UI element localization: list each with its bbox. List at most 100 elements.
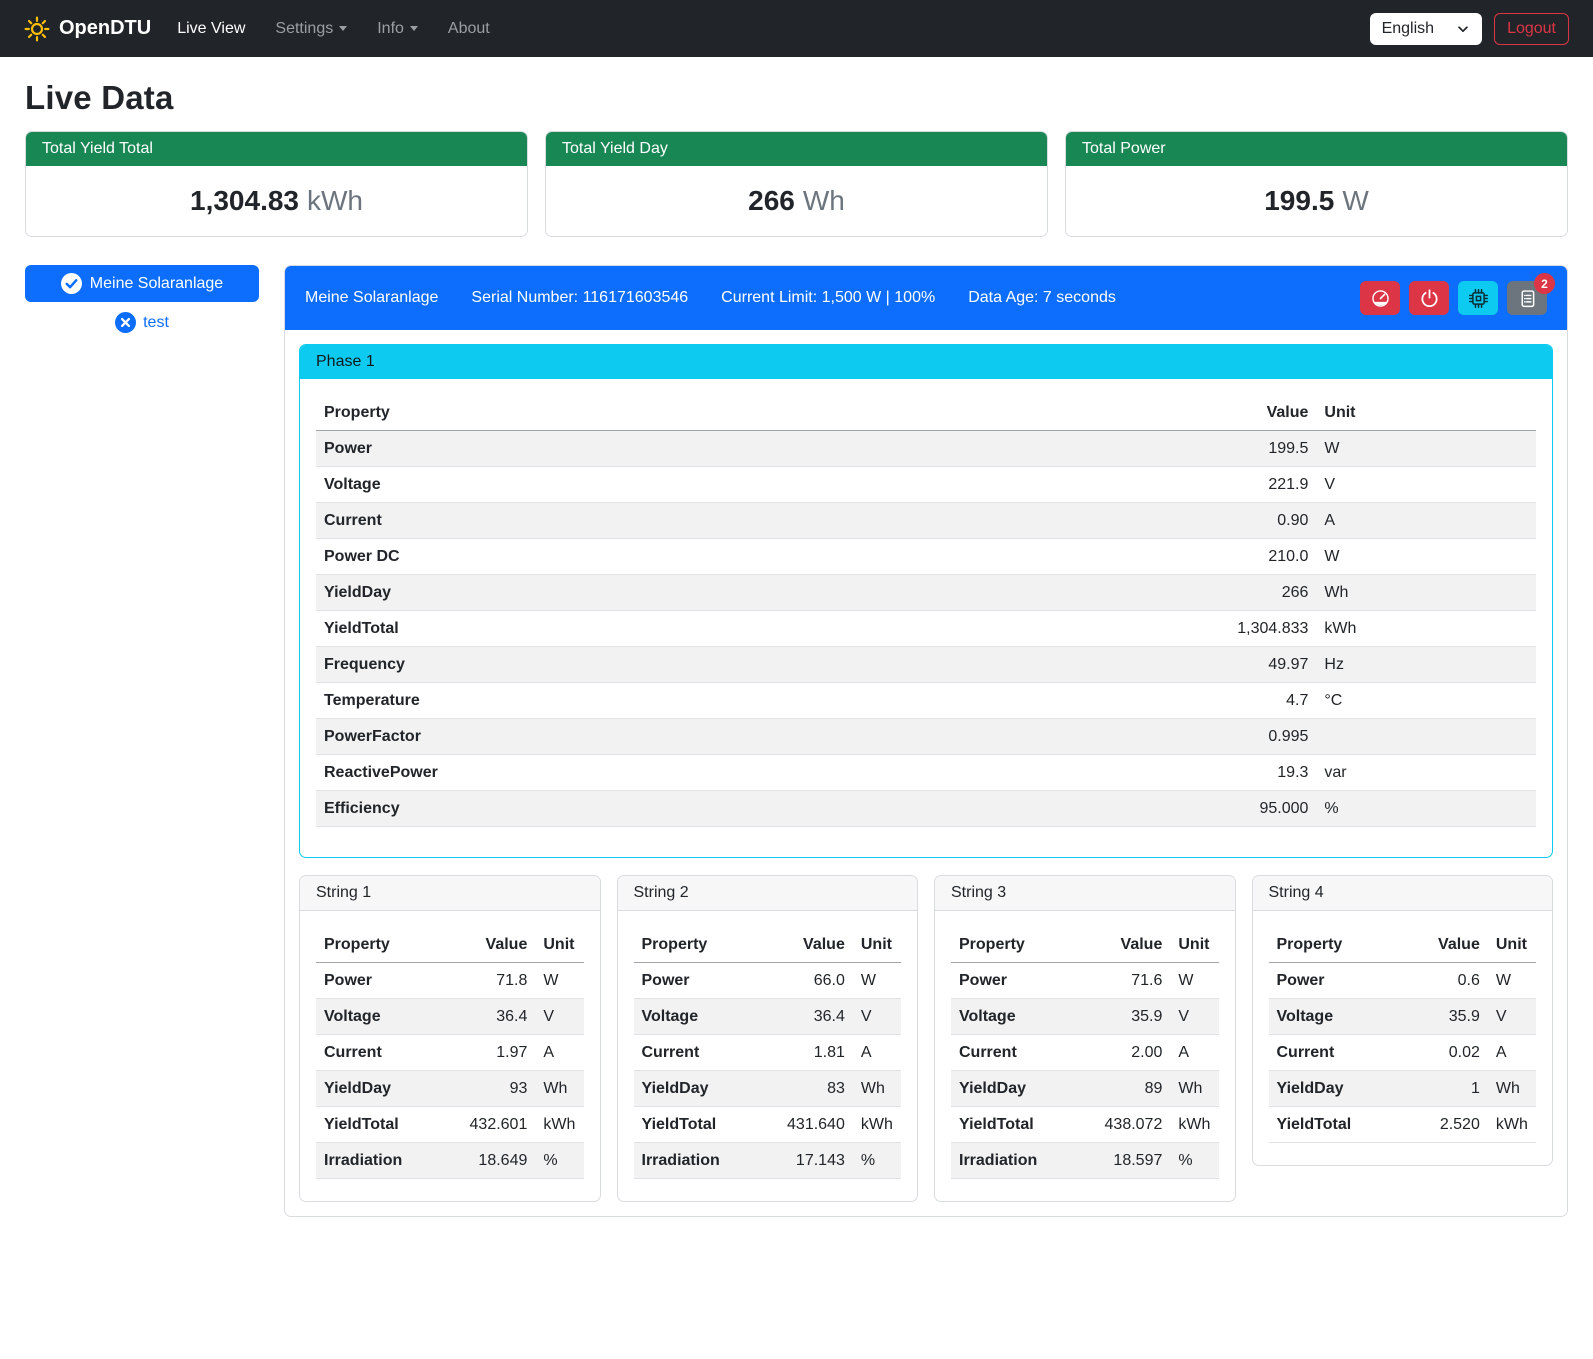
nav-item-live-view[interactable]: Live View	[177, 20, 245, 38]
table-row: Voltage36.4V	[634, 999, 902, 1035]
value-cell: 431.640	[756, 1107, 852, 1143]
table-row: Power0.6W	[1269, 963, 1537, 999]
language-selected-label: English	[1382, 20, 1434, 38]
inverter-link-label: test	[143, 314, 169, 332]
device-info-button[interactable]	[1458, 281, 1498, 315]
unit-cell: A	[1170, 1035, 1218, 1071]
limit-settings-button[interactable]	[1360, 281, 1400, 315]
unit-cell: A	[535, 1035, 583, 1071]
unit-cell: W	[853, 963, 901, 999]
power-button[interactable]	[1409, 281, 1449, 315]
chevron-down-icon	[1456, 22, 1470, 36]
inverter-meta: Meine Solaranlage Serial Number: 1161716…	[305, 289, 1116, 307]
table-row: YieldTotal1,304.833kWh	[316, 611, 1536, 647]
total-power-value: 199.5	[1264, 185, 1334, 216]
unit-cell: A	[1316, 503, 1536, 539]
power-icon	[1419, 288, 1440, 309]
value-cell: 18.597	[1074, 1143, 1170, 1179]
total-yield-day-unit: Wh	[803, 185, 845, 216]
table-row: YieldDay1Wh	[1269, 1071, 1537, 1107]
event-log-button[interactable]: 2	[1507, 281, 1547, 315]
speedometer-icon	[1370, 288, 1391, 309]
property-cell: Frequency	[316, 647, 915, 683]
cpu-icon	[1468, 288, 1489, 309]
total-yield-total-value: 1,304.83	[190, 185, 299, 216]
property-cell: Power	[951, 963, 1074, 999]
phase-1-table: PropertyValueUnit Power199.5WVoltage221.…	[316, 395, 1536, 827]
unit-cell: %	[853, 1143, 901, 1179]
caret-down-icon	[410, 26, 418, 31]
nav-item-settings[interactable]: Settings	[275, 20, 347, 38]
column-header: Property	[1269, 927, 1403, 963]
property-cell: YieldDay	[951, 1071, 1074, 1107]
unit-cell: V	[1170, 999, 1218, 1035]
unit-cell: °C	[1316, 683, 1536, 719]
unit-cell: Wh	[1488, 1071, 1536, 1107]
table-row: Efficiency95.000%	[316, 791, 1536, 827]
column-header: Value	[1074, 927, 1170, 963]
language-select[interactable]: English	[1370, 13, 1482, 45]
logout-button[interactable]: Logout	[1494, 13, 1569, 45]
unit-cell: %	[1316, 791, 1536, 827]
card-title: Total Power	[1066, 132, 1567, 166]
table-row: Power199.5W	[316, 431, 1536, 467]
property-cell: YieldTotal	[1269, 1107, 1403, 1143]
unit-cell: W	[1170, 963, 1218, 999]
table-row: Voltage221.9V	[316, 467, 1536, 503]
unit-cell: Wh	[1316, 575, 1536, 611]
property-cell: Efficiency	[316, 791, 915, 827]
page-title: Live Data	[25, 79, 1568, 117]
property-cell: YieldTotal	[316, 1107, 439, 1143]
table-header-row: PropertyValueUnit	[634, 927, 902, 963]
nav-item-info[interactable]: Info	[377, 20, 418, 38]
unit-cell: W	[1316, 539, 1536, 575]
property-cell: YieldTotal	[951, 1107, 1074, 1143]
value-cell: 71.8	[439, 963, 535, 999]
column-header: Unit	[1488, 927, 1536, 963]
table-row: YieldTotal2.520kWh	[1269, 1107, 1537, 1143]
total-yield-day-value: 266	[748, 185, 795, 216]
property-cell: Power	[316, 963, 439, 999]
property-cell: Current	[634, 1035, 757, 1071]
unit-cell: V	[853, 999, 901, 1035]
unit-cell: var	[1316, 755, 1536, 791]
property-cell: Voltage	[1269, 999, 1403, 1035]
unit-cell: kWh	[853, 1107, 901, 1143]
property-cell: Voltage	[951, 999, 1074, 1035]
value-cell: 438.072	[1074, 1107, 1170, 1143]
inverter-link-test[interactable]: test	[25, 312, 259, 333]
table-row: Power DC210.0W	[316, 539, 1536, 575]
summary-cards-row: Total Yield Total 1,304.83kWh Total Yiel…	[25, 131, 1568, 237]
card-value: 266 Wh	[546, 166, 1047, 236]
unit-cell: Wh	[535, 1071, 583, 1107]
value-cell: 432.601	[439, 1107, 535, 1143]
sun-icon	[24, 16, 50, 42]
table-row: Power71.6W	[951, 963, 1219, 999]
value-cell: 35.9	[1074, 999, 1170, 1035]
string-4-card: String 4 PropertyValueUnit Power0.6WVolt…	[1252, 875, 1554, 1166]
property-cell: Voltage	[316, 467, 915, 503]
string-4-table: PropertyValueUnit Power0.6WVoltage35.9VC…	[1269, 927, 1537, 1143]
column-header: Value	[756, 927, 852, 963]
total-yield-day-card: Total Yield Day 266Wh	[545, 131, 1048, 237]
table-header-row: PropertyValueUnit	[951, 927, 1219, 963]
inverter-button-meine-solaranlage[interactable]: Meine Solaranlage	[25, 265, 259, 302]
property-cell: ReactivePower	[316, 755, 915, 791]
property-cell: Power	[316, 431, 915, 467]
unit-cell: kWh	[1170, 1107, 1218, 1143]
table-header-row: PropertyValueUnit	[316, 927, 584, 963]
inverter-serial: Serial Number: 116171603546	[471, 289, 688, 307]
unit-cell: kWh	[1316, 611, 1536, 647]
table-row: Voltage35.9V	[951, 999, 1219, 1035]
property-cell: Current	[1269, 1035, 1403, 1071]
brand[interactable]: OpenDTU	[24, 16, 151, 42]
value-cell: 36.4	[756, 999, 852, 1035]
value-cell: 1,304.833	[915, 611, 1317, 647]
nav-item-about[interactable]: About	[448, 20, 490, 38]
value-cell: 1.97	[439, 1035, 535, 1071]
inverter-name: Meine Solaranlage	[305, 289, 438, 307]
column-header: Value	[439, 927, 535, 963]
property-cell: Current	[316, 503, 915, 539]
value-cell: 17.143	[756, 1143, 852, 1179]
value-cell: 210.0	[915, 539, 1317, 575]
